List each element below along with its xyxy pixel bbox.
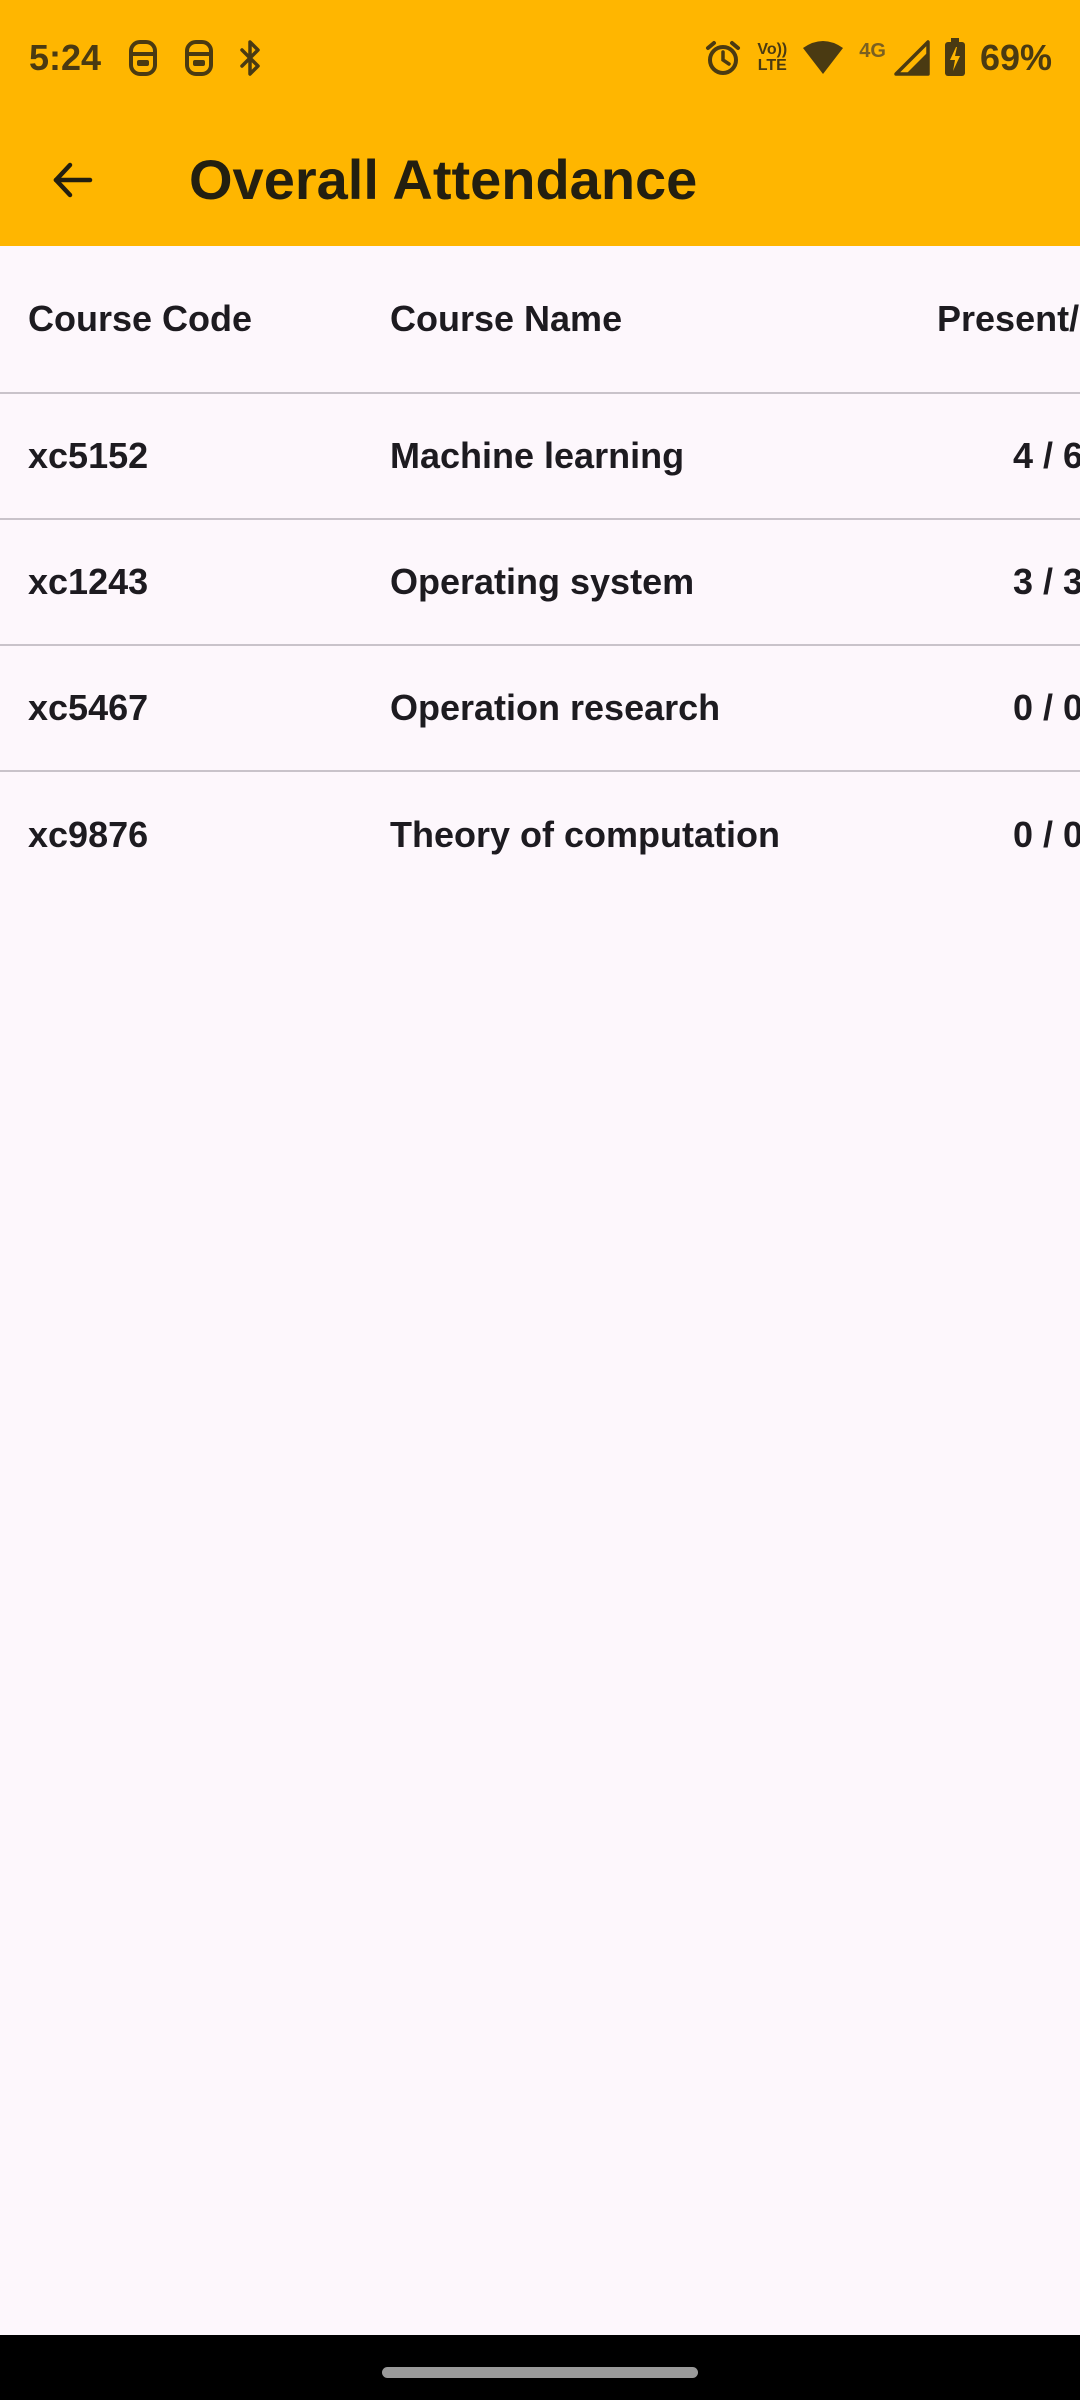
robot-notification-icon bbox=[180, 38, 218, 78]
bluetooth-icon bbox=[236, 38, 266, 78]
present-cell: 3 / 3 bbox=[1013, 561, 1080, 602]
wifi-icon bbox=[801, 40, 845, 76]
course-name-cell: Machine learning bbox=[390, 435, 685, 476]
home-indicator[interactable] bbox=[382, 2367, 698, 2378]
course-code-cell: xc9876 bbox=[28, 814, 149, 855]
header-course-code: Course Code bbox=[28, 298, 253, 339]
arrow-back-icon bbox=[53, 162, 93, 198]
navigation-bar bbox=[0, 2335, 1080, 2400]
course-code-cell: xc5152 bbox=[28, 435, 149, 476]
battery-percentage: 69% bbox=[979, 37, 1052, 78]
table-row: xc5152 Machine learning 4 / 6 bbox=[0, 394, 1080, 520]
back-button[interactable] bbox=[36, 144, 108, 216]
cell-signal-icon bbox=[894, 40, 930, 76]
present-cell: 0 / 0 bbox=[1013, 814, 1080, 855]
course-name-cell: Theory of computation bbox=[390, 814, 780, 855]
battery-charging-icon bbox=[944, 38, 966, 78]
app-bar: Overall Attendance bbox=[0, 114, 1080, 246]
header-course-name: Course Name bbox=[390, 298, 623, 339]
network-type-4g: 4G bbox=[859, 39, 886, 62]
course-name-cell: Operating system bbox=[390, 561, 695, 602]
robot-notification-icon bbox=[124, 38, 162, 78]
status-time: 5:24 bbox=[29, 37, 102, 78]
table-row: xc1243 Operating system 3 / 3 bbox=[0, 520, 1080, 646]
table-header-row: Course Code Course Name Present/ bbox=[0, 246, 1080, 394]
table-row: xc9876 Theory of computation 0 / 0 bbox=[0, 772, 1080, 898]
page-title: Overall Attendance bbox=[189, 148, 698, 211]
course-code-cell: xc5467 bbox=[28, 687, 149, 728]
present-cell: 4 / 6 bbox=[1013, 435, 1080, 476]
attendance-table: Course Code Course Name Present/ xc5152 … bbox=[0, 246, 1080, 898]
alarm-icon bbox=[703, 38, 743, 78]
present-cell: 0 / 0 bbox=[1013, 687, 1080, 728]
status-bar: 5:24 Vo)) LTE 4G 69% bbox=[0, 0, 1080, 114]
header-present: Present/ bbox=[937, 298, 1080, 339]
volte-icon: Vo)) LTE bbox=[757, 41, 788, 74]
status-right-icons: Vo)) LTE 4G 69% bbox=[703, 36, 1052, 80]
table-row: xc5467 Operation research 0 / 0 bbox=[0, 646, 1080, 772]
course-name-cell: Operation research bbox=[390, 687, 721, 728]
course-code-cell: xc1243 bbox=[28, 561, 149, 602]
status-left-icons bbox=[124, 38, 266, 78]
